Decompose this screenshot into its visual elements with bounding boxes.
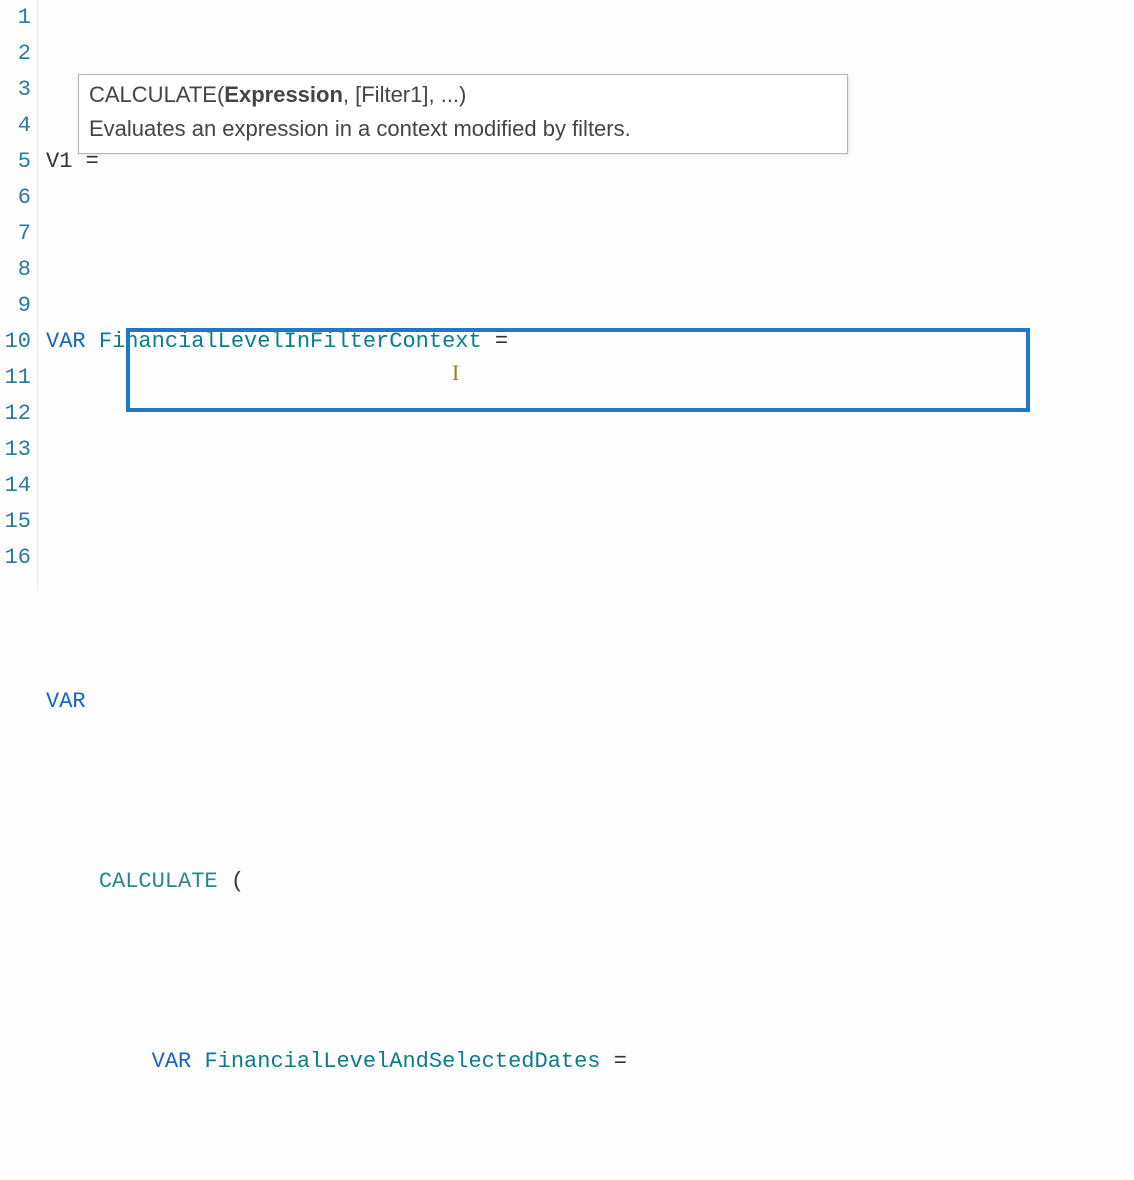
line-number: 1 xyxy=(0,0,31,36)
code-line[interactable]: CALCULATE ( xyxy=(46,864,1134,900)
line-number: 4 xyxy=(0,108,31,144)
line-number: 11 xyxy=(0,360,31,396)
var-keyword: VAR xyxy=(46,329,86,354)
code-line[interactable] xyxy=(46,504,1134,540)
line-number: 3 xyxy=(0,72,31,108)
var-keyword: VAR xyxy=(152,1049,192,1074)
line-number: 14 xyxy=(0,468,31,504)
measure-name: V1 xyxy=(46,149,72,174)
line-number: 6 xyxy=(0,180,31,216)
identifier: FinancialLevelAndSelectedDates xyxy=(204,1049,600,1074)
identifier: FinancialLevelInFilterContext xyxy=(99,329,482,354)
code-line[interactable]: VAR FinancialLevelAndSelectedDates = xyxy=(46,1044,1134,1080)
function-name: CALCULATE xyxy=(99,869,218,894)
line-number: 12 xyxy=(0,396,31,432)
line-number: 5 xyxy=(0,144,31,180)
line-number: 8 xyxy=(0,252,31,288)
line-number: 10 xyxy=(0,324,31,360)
line-number: 7 xyxy=(0,216,31,252)
var-keyword: VAR xyxy=(46,689,86,714)
line-number: 16 xyxy=(0,540,31,576)
code-line[interactable]: VAR FinancialLevelInFilterContext = xyxy=(46,324,1134,360)
intellisense-tooltip: CALCULATE(Expression, [Filter1], ...) Ev… xyxy=(78,74,848,154)
line-number-gutter: 1 2 3 4 5 6 7 8 9 10 11 12 13 14 15 16 xyxy=(0,0,38,590)
line-number: 15 xyxy=(0,504,31,540)
tooltip-description: Evaluates an expression in a context mod… xyxy=(89,113,837,147)
tooltip-signature: CALCULATE(Expression, [Filter1], ...) xyxy=(89,79,837,113)
line-number: 9 xyxy=(0,288,31,324)
line-number: 2 xyxy=(0,36,31,72)
line-number: 13 xyxy=(0,432,31,468)
code-line[interactable]: VAR xyxy=(46,684,1134,720)
